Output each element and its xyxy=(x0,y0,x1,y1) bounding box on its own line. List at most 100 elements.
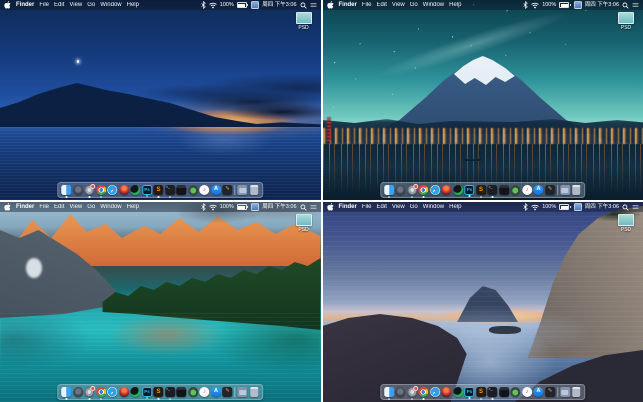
desktop-file[interactable]: PSD xyxy=(614,12,638,31)
dock-icon-finder[interactable] xyxy=(61,185,72,195)
battery-icon[interactable] xyxy=(559,2,571,8)
dock-icon-safari[interactable] xyxy=(107,387,118,397)
dock-icon-pixelmator[interactable]: ✎ xyxy=(222,387,233,397)
dock-icon-app-store[interactable]: A xyxy=(211,185,221,195)
dock-icon-pixelmator[interactable]: ✎ xyxy=(545,185,555,195)
dock-icon-terminal[interactable]: >_ xyxy=(165,387,175,397)
menu-clock[interactable]: 周四 下午3:06 xyxy=(585,202,619,212)
spotlight-icon[interactable] xyxy=(622,204,629,211)
dock-icon-terminal[interactable]: >_ xyxy=(487,387,498,397)
menu-item-help[interactable]: Help xyxy=(449,0,461,10)
menu-item-file[interactable]: File xyxy=(362,0,372,10)
dock-icon-chrome[interactable] xyxy=(96,387,106,397)
menu-item-file[interactable]: File xyxy=(362,202,372,212)
dock-icon-launchpad[interactable] xyxy=(73,387,83,397)
dock-icon-itunes[interactable]: ♪ xyxy=(199,185,210,195)
apple-menu-icon[interactable] xyxy=(326,203,334,211)
menu-clock[interactable]: 周四 下午3:06 xyxy=(262,202,296,212)
dock-icon-chrome[interactable] xyxy=(418,387,429,397)
dock-icon-iterm[interactable] xyxy=(176,387,187,397)
dock-icon-trash[interactable] xyxy=(250,185,258,195)
battery-icon[interactable] xyxy=(236,2,249,8)
menu-item-view[interactable]: View xyxy=(392,0,405,10)
dock-icon-evernote[interactable] xyxy=(188,387,198,397)
dock-icon-evernote[interactable] xyxy=(510,185,521,195)
spotlight-icon[interactable] xyxy=(300,2,307,9)
dock-icon-photoshop[interactable]: Ps xyxy=(464,185,475,195)
input-method-badge[interactable] xyxy=(251,203,260,211)
dock-icon-safari[interactable] xyxy=(430,387,440,397)
apple-menu-icon[interactable] xyxy=(4,203,11,211)
menu-item-file[interactable]: File xyxy=(39,202,49,212)
dock-icon-app-store[interactable]: A xyxy=(533,185,544,195)
menu-app-name[interactable]: Finder xyxy=(339,202,357,212)
bluetooth-icon[interactable] xyxy=(523,203,528,211)
menu-item-edit[interactable]: Edit xyxy=(54,0,64,10)
spotlight-icon[interactable] xyxy=(622,2,629,9)
dock-icon-launchpad[interactable] xyxy=(395,387,406,397)
dock-icon-system-preferences[interactable] xyxy=(407,184,418,195)
dock-icon-sublime-text[interactable]: S xyxy=(476,387,486,397)
dock-icon-iterm[interactable] xyxy=(499,185,509,195)
spotlight-icon[interactable] xyxy=(300,204,307,211)
wifi-icon[interactable] xyxy=(531,204,539,211)
menu-item-window[interactable]: Window xyxy=(423,202,444,212)
dock-icon-photoshop[interactable]: Ps xyxy=(464,387,475,397)
menu-clock[interactable]: 周四 下午3:06 xyxy=(585,0,619,10)
dock-icon-firefox[interactable] xyxy=(441,185,452,195)
menu-item-help[interactable]: Help xyxy=(127,0,139,10)
dock-icon-pixelmator[interactable]: ✎ xyxy=(222,185,233,195)
dock-icon-itunes[interactable]: ♪ xyxy=(522,387,532,397)
dock-icon-finder[interactable] xyxy=(384,185,394,195)
dock-icon-system-preferences[interactable] xyxy=(84,386,96,397)
dock-icon-screenshots-folder[interactable] xyxy=(237,387,248,397)
battery-icon[interactable] xyxy=(559,204,571,210)
dock-icon-screenshots-folder[interactable] xyxy=(560,387,570,397)
dock-icon-sublime-text[interactable]: S xyxy=(476,185,486,195)
menu-item-go[interactable]: Go xyxy=(410,202,418,212)
dock-icon-launchpad[interactable] xyxy=(395,185,406,195)
dock-icon-chrome[interactable] xyxy=(418,185,429,195)
wifi-icon[interactable] xyxy=(531,2,539,9)
dock-icon-spotify[interactable] xyxy=(453,387,463,397)
dock-icon-firefox[interactable] xyxy=(119,387,129,397)
notification-center-icon[interactable] xyxy=(632,204,639,210)
dock-icon-iterm[interactable] xyxy=(176,185,187,195)
dock-icon-system-preferences[interactable] xyxy=(84,184,96,195)
dock-icon-trash[interactable] xyxy=(572,185,581,195)
wifi-icon[interactable] xyxy=(208,2,217,9)
menu-app-name[interactable]: Finder xyxy=(16,202,34,212)
apple-menu-icon[interactable] xyxy=(326,1,334,9)
bluetooth-icon[interactable] xyxy=(201,203,206,211)
dock-icon-launchpad[interactable] xyxy=(73,185,83,195)
notification-center-icon[interactable] xyxy=(632,2,639,8)
input-method-badge[interactable] xyxy=(573,203,582,211)
dock-icon-screenshots-folder[interactable] xyxy=(560,185,570,195)
dock-icon-photoshop[interactable]: Ps xyxy=(142,387,152,397)
menu-item-window[interactable]: Window xyxy=(100,0,121,10)
input-method-badge[interactable] xyxy=(251,1,260,9)
menu-item-view[interactable]: View xyxy=(392,202,405,212)
menu-item-help[interactable]: Help xyxy=(127,202,139,212)
dock-icon-iterm[interactable] xyxy=(499,387,509,397)
dock-icon-finder[interactable] xyxy=(61,387,72,397)
dock-icon-screenshots-folder[interactable] xyxy=(237,185,248,195)
menu-item-help[interactable]: Help xyxy=(449,202,461,212)
dock-icon-terminal[interactable]: >_ xyxy=(165,185,175,195)
dock-icon-photoshop[interactable]: Ps xyxy=(142,185,152,195)
bluetooth-icon[interactable] xyxy=(201,1,206,9)
menu-item-edit[interactable]: Edit xyxy=(377,202,387,212)
apple-menu-icon[interactable] xyxy=(4,1,11,9)
dock-icon-finder[interactable] xyxy=(384,387,394,397)
bluetooth-icon[interactable] xyxy=(523,1,528,9)
desktop-file[interactable]: PSD xyxy=(292,214,316,233)
menu-item-go[interactable]: Go xyxy=(87,202,95,212)
dock-icon-evernote[interactable] xyxy=(510,387,521,397)
dock-icon-app-store[interactable]: A xyxy=(533,387,544,397)
menu-item-edit[interactable]: Edit xyxy=(54,202,64,212)
dock-icon-spotify[interactable] xyxy=(453,185,463,195)
wifi-icon[interactable] xyxy=(208,204,217,211)
dock-icon-evernote[interactable] xyxy=(188,185,198,195)
desktop-file[interactable]: PSD xyxy=(292,12,316,31)
menu-item-view[interactable]: View xyxy=(69,202,82,212)
